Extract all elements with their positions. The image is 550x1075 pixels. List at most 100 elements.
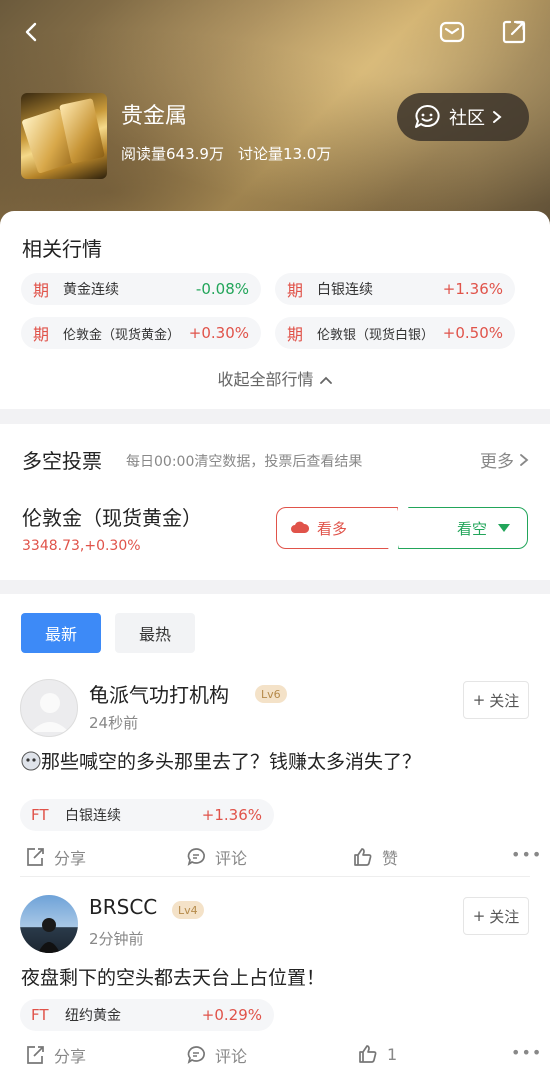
- post-actions: 分享 评论 赞 •••: [0, 845, 550, 875]
- vote-asset-name: 伦敦金（现货黄金）: [22, 506, 202, 530]
- bear-label: 看空: [457, 519, 488, 538]
- market-change: +1.36%: [442, 280, 503, 298]
- like-action[interactable]: 赞: [352, 845, 398, 869]
- triangle-down-icon: [498, 524, 511, 532]
- post-time: 2分钟前: [89, 930, 144, 948]
- share-label: 分享: [54, 1047, 87, 1066]
- topic-title: 贵金属: [121, 104, 188, 129]
- market-chip[interactable]: 期 伦敦金（现货黄金） +0.30%: [21, 317, 261, 349]
- comment-action[interactable]: 评论: [185, 1043, 247, 1067]
- discussion-count: 讨论量13.0万: [237, 145, 332, 163]
- message-button[interactable]: [432, 12, 472, 52]
- more-options-icon[interactable]: •••: [511, 1043, 542, 1062]
- market-name: 伦敦金（现货黄金）: [63, 327, 181, 343]
- username[interactable]: BRSCC: [89, 895, 157, 919]
- market-change: +1.36%: [201, 806, 262, 824]
- bull-label: 看多: [317, 519, 348, 538]
- more-label: 更多: [480, 452, 514, 472]
- plus-icon: +: [472, 691, 486, 709]
- more-link[interactable]: 更多: [480, 447, 529, 472]
- market-tag: FT: [31, 806, 49, 824]
- post-market-chip[interactable]: FT 纽约黄金 +0.29%: [20, 999, 274, 1031]
- plus-icon: +: [472, 907, 486, 925]
- chevron-left-icon: [25, 22, 37, 42]
- comment-label: 评论: [215, 1047, 248, 1066]
- post-body: 夜盘剩下的空头都去天台上占位置！: [21, 967, 326, 989]
- like-label: 赞: [382, 849, 399, 868]
- mail-icon: [439, 21, 465, 43]
- vote-bull-button[interactable]: 看多: [276, 507, 398, 549]
- follow-label: 关注: [489, 907, 520, 926]
- avatar[interactable]: [20, 679, 78, 737]
- level-badge: Lv4: [172, 901, 204, 919]
- vote-asset-price: 3348.73,+0.30%: [22, 538, 141, 554]
- market-chip[interactable]: 期 黄金连续 -0.08%: [21, 273, 261, 305]
- market-change: +0.30%: [188, 324, 249, 342]
- collapse-label: 收起全部行情: [217, 370, 314, 389]
- vote-subtitle: 每日00:00清空数据，投票后查看结果: [126, 454, 363, 470]
- market-chip[interactable]: 期 白银连续 +1.36%: [275, 273, 515, 305]
- thumbs-up-icon: [359, 1045, 377, 1063]
- share-icon: [27, 1046, 44, 1064]
- post-actions: 分享 评论 1 •••: [0, 1043, 550, 1073]
- market-name: 黄金连续: [63, 282, 119, 298]
- section-title: 相关行情: [22, 237, 102, 261]
- chevron-up-icon: [319, 376, 332, 384]
- collapse-markets-button[interactable]: 收起全部行情: [0, 366, 550, 390]
- follow-label: 关注: [489, 691, 520, 710]
- comment-icon: [187, 1046, 205, 1064]
- share-action[interactable]: 分享: [24, 1043, 86, 1067]
- post-item: 龟派气功打机构 Lv6 24秒前 + 关注 那些喊空的多头那里去了？钱赚太多消失…: [0, 679, 550, 869]
- tab-hottest[interactable]: 最热: [115, 613, 195, 653]
- section-title: 多空投票: [22, 449, 102, 473]
- back-button[interactable]: [12, 12, 52, 52]
- market-name: 白银连续: [65, 808, 121, 824]
- share-button[interactable]: [494, 12, 534, 52]
- topic-stats: 阅读量643.9万 讨论量13.0万: [121, 143, 345, 164]
- market-name: 白银连续: [317, 282, 373, 298]
- market-name: 纽约黄金: [65, 1008, 121, 1024]
- market-change: +0.29%: [201, 1006, 262, 1024]
- like-action[interactable]: 1: [357, 1043, 397, 1065]
- community-label: 社区: [449, 108, 485, 129]
- topic-cover-image: [21, 93, 107, 179]
- post-market-chip[interactable]: FT 白银连续 +1.36%: [20, 799, 274, 831]
- futures-tag: 期: [33, 281, 50, 300]
- post-text[interactable]: 那些喊空的多头那里去了？钱赚太多消失了？: [21, 747, 421, 774]
- follow-button[interactable]: + 关注: [463, 897, 529, 935]
- futures-tag: 期: [287, 281, 304, 300]
- share-action[interactable]: 分享: [24, 845, 86, 869]
- thumbs-up-icon: [354, 848, 372, 866]
- tab-latest[interactable]: 最新: [21, 613, 101, 653]
- divider: [20, 876, 530, 877]
- post-body: 那些喊空的多头那里去了？钱赚太多消失了？: [41, 751, 422, 773]
- avatar[interactable]: [20, 895, 78, 953]
- market-change: +0.50%: [442, 324, 503, 342]
- post-time: 24秒前: [89, 714, 139, 732]
- related-markets-card: 相关行情 期 黄金连续 -0.08% 期 白银连续 +1.36% 期 伦敦金（现…: [0, 211, 550, 409]
- cloud-up-icon: [291, 521, 309, 533]
- level-badge: Lv6: [255, 685, 287, 703]
- username[interactable]: 龟派气功打机构: [89, 679, 229, 708]
- read-count: 阅读量643.9万: [121, 145, 224, 163]
- comment-icon: [187, 848, 205, 866]
- chevron-right-icon: [493, 111, 502, 123]
- post-item: BRSCC Lv4 2分钟前 + 关注 夜盘剩下的空头都去天台上占位置！ FT …: [0, 895, 550, 1075]
- post-feed: 最新 最热 龟派气功打机构 Lv6 24秒前 + 关注 那些喊空的多头那里去了？…: [0, 594, 550, 1075]
- futures-tag: 期: [287, 325, 304, 344]
- share-icon: [502, 20, 526, 44]
- top-bar: [0, 12, 550, 52]
- share-icon: [27, 848, 44, 866]
- emoji-icon: [21, 751, 41, 771]
- post-text[interactable]: 夜盘剩下的空头都去天台上占位置！: [21, 963, 325, 990]
- vote-bear-button[interactable]: 看空: [398, 507, 528, 549]
- community-button[interactable]: 社区: [397, 93, 529, 141]
- follow-button[interactable]: + 关注: [463, 681, 529, 719]
- market-tag: FT: [31, 1006, 49, 1024]
- market-chip[interactable]: 期 伦敦银（现货白银） +0.50%: [275, 317, 515, 349]
- futures-tag: 期: [33, 325, 50, 344]
- market-change: -0.08%: [195, 280, 249, 298]
- comment-action[interactable]: 评论: [185, 845, 247, 869]
- market-name: 伦敦银（现货白银）: [317, 327, 435, 343]
- more-options-icon[interactable]: •••: [511, 845, 542, 864]
